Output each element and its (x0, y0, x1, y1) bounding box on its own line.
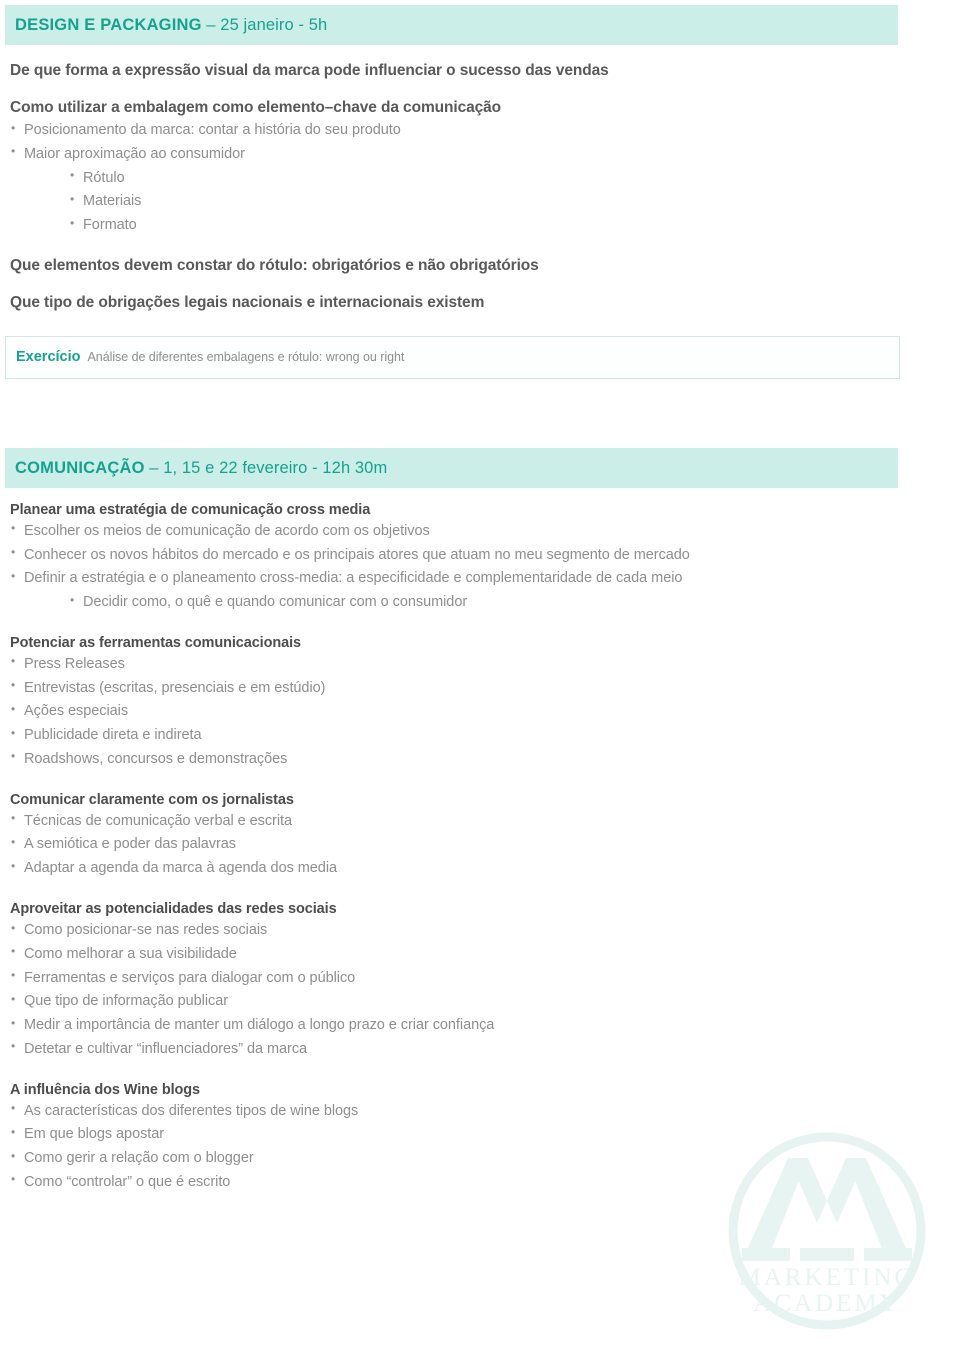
list-item: Ferramentas e serviços para dialogar com… (10, 966, 960, 991)
list-item: Como melhorar a sua visibilidade (10, 942, 960, 967)
section-header-design-e-packaging: DESIGN E PACKAGING – 25 janeiro - 5h (5, 5, 898, 45)
list-item: Formato (10, 214, 960, 238)
bullet-list-packaging: Posicionamento da marca: contar a histór… (10, 119, 960, 238)
section-body-comunicacao: Planear uma estratégia de comunicação cr… (0, 502, 960, 1195)
list-item: Conhecer os novos hábitos do mercado e o… (10, 543, 960, 568)
bullet-list-cross-media: Escolher os meios de comunicação de acor… (10, 519, 960, 615)
section-title-text: DESIGN E PACKAGING (15, 16, 202, 34)
group-heading-redes-sociais: Aproveitar as potencialidades das redes … (10, 901, 337, 918)
section-title-text: COMUNICAÇÃO (15, 458, 145, 477)
list-item: Como gerir a relação com o blogger (10, 1147, 960, 1171)
list-item: Medir a importância de manter um diálogo… (10, 1014, 960, 1038)
section-title: DESIGN E PACKAGING – 25 janeiro - 5h (15, 16, 898, 35)
list-item: Detetar e cultivar “influenciadores” da … (10, 1037, 960, 1062)
list-item: Como posicionar-se nas redes sociais (10, 919, 960, 943)
list-item: Materiais (10, 190, 960, 214)
closing-heading-1: Que elementos devem constar do rótulo: o… (10, 256, 539, 274)
exercise-text: Análise de diferentes embalagens e rótul… (87, 349, 405, 364)
exercise-callout: Exercício Análise de diferentes embalagen… (5, 335, 900, 379)
list-item: Maior aproximação ao consumidor (10, 142, 960, 167)
section-body-design-e-packaging: De que forma a expressão visual da marca… (0, 62, 960, 312)
group-heading-cross-media: Planear uma estratégia de comunicação cr… (10, 501, 371, 518)
group-heading-wine-blogs: A influência dos Wine blogs (10, 1081, 200, 1098)
lead-heading: De que forma a expressão visual da marca… (10, 62, 609, 79)
list-item: Publicidade direta e indireta (10, 724, 960, 748)
section-title: COMUNICAÇÃO – 1, 15 e 22 fevereiro - 12h… (15, 459, 898, 478)
bullet-list-jornalistas: Técnicas de comunicação verbal e escrita… (10, 809, 960, 881)
watermark-line1: MARKETING (739, 1264, 916, 1291)
list-item: Como “controlar” o que é escrito (10, 1170, 960, 1195)
list-item: Rótulo (10, 166, 960, 191)
list-item: Ações especiais (10, 700, 960, 724)
watermark-line2: ACADEMY (753, 1290, 900, 1317)
section-title-meta: – 1, 15 e 22 fevereiro - 12h 30m (144, 458, 388, 477)
group-heading-jornalistas: Comunicar claramente com os jornalistas (10, 791, 294, 808)
section-header-comunicacao: COMUNICAÇÃO – 1, 15 e 22 fevereiro - 12h… (5, 447, 898, 488)
sub-heading: Como utilizar a embalagem como elemento–… (10, 99, 502, 116)
group-heading-ferramentas: Potenciar as ferramentas comunicacionais (10, 634, 301, 651)
list-item: Roadshows, concursos e demonstrações (10, 747, 960, 772)
list-item: Que tipo de informação publicar (10, 990, 960, 1014)
document-page: MARKETING ACADEMY DESIGN E PACKAGING – 2… (0, 0, 960, 1356)
list-item: A semiótica e poder das palavras (10, 833, 960, 857)
list-item: Posicionamento da marca: contar a histór… (10, 119, 960, 143)
list-item: Em que blogs apostar (10, 1123, 960, 1147)
closing-heading-2: Que tipo de obrigações legais nacionais … (10, 293, 485, 311)
list-item: Press Releases (10, 652, 960, 677)
list-item: Adaptar a agenda da marca à agenda dos m… (10, 857, 960, 881)
list-item: Escolher os meios de comunicação de acor… (10, 519, 960, 544)
list-item: Técnicas de comunicação verbal e escrita (10, 809, 960, 834)
bullet-list-redes-sociais: Como posicionar-se nas redes sociais Com… (10, 919, 960, 1062)
bullet-list-wine-blogs: As características dos diferentes tipos … (10, 1099, 960, 1195)
list-item: Decidir como, o quê e quando comunicar c… (10, 591, 960, 615)
bullet-list-ferramentas: Press Releases Entrevistas (escritas, pr… (10, 652, 960, 772)
list-item: Definir a estratégia e o planeamento cro… (10, 567, 960, 591)
list-item: As características dos diferentes tipos … (10, 1099, 960, 1124)
list-item: Entrevistas (escritas, presenciais e em … (10, 676, 960, 701)
exercise-label: Exercício (16, 348, 81, 365)
section-title-meta: – 25 janeiro - 5h (201, 16, 328, 34)
